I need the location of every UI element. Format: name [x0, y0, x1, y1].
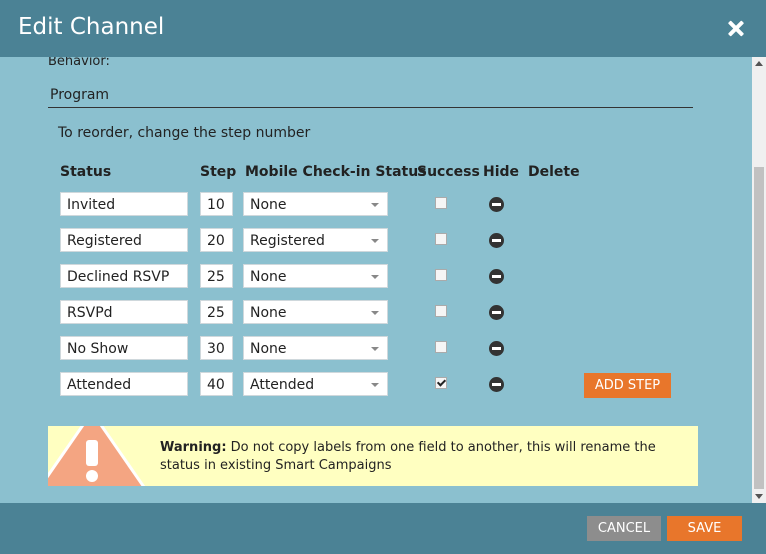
hide-minus-icon[interactable]	[489, 341, 504, 356]
step-number-input[interactable]: 30	[200, 336, 233, 360]
column-header-success: Success	[417, 164, 480, 180]
step-number-input[interactable]: 25	[200, 300, 233, 324]
reorder-hint: To reorder, change the step number	[58, 125, 311, 141]
warning-message: Do not copy labels from one field to ano…	[160, 440, 656, 473]
column-header-hide: Hide	[483, 164, 520, 180]
hide-minus-icon[interactable]	[489, 305, 504, 320]
step-number-input[interactable]: 20	[200, 228, 233, 252]
warning-text: Warning: Do not copy labels from one fie…	[160, 439, 680, 475]
mobile-checkin-value: None	[250, 341, 287, 357]
chevron-down-icon	[371, 239, 379, 243]
step-number-input[interactable]: 25	[200, 264, 233, 288]
column-header-step: Step	[200, 164, 237, 180]
status-name-input[interactable]: Declined RSVP	[60, 264, 188, 288]
mobile-checkin-select[interactable]: Registered	[243, 228, 388, 252]
dialog-title: Edit Channel	[18, 14, 165, 40]
mobile-checkin-value: None	[250, 305, 287, 321]
mobile-checkin-select[interactable]: None	[243, 300, 388, 324]
chevron-down-icon	[371, 347, 379, 351]
success-checkbox[interactable]	[435, 233, 447, 245]
success-checkbox[interactable]	[435, 341, 447, 353]
add-step-button[interactable]: ADD STEP	[584, 373, 671, 398]
column-header-mobile-checkin-status: Mobile Check-in Status	[245, 164, 427, 180]
chevron-down-icon	[371, 275, 379, 279]
chevron-down-icon	[371, 383, 379, 387]
dialog-footer: CANCEL SAVE	[0, 503, 766, 554]
status-name-input[interactable]: Attended	[60, 372, 188, 396]
success-checkbox[interactable]	[435, 197, 447, 209]
hide-minus-icon[interactable]	[489, 197, 504, 212]
warning-label: Warning:	[160, 440, 227, 455]
dialog-body: Behavior: Program To reorder, change the…	[0, 57, 752, 503]
mobile-checkin-value: Attended	[250, 377, 315, 393]
chevron-down-icon	[371, 203, 379, 207]
mobile-checkin-select[interactable]: None	[243, 264, 388, 288]
status-name-input[interactable]: Registered	[60, 228, 188, 252]
close-icon[interactable]	[724, 17, 748, 41]
hide-minus-icon[interactable]	[489, 233, 504, 248]
hide-minus-icon[interactable]	[489, 377, 504, 392]
hide-minus-icon[interactable]	[489, 269, 504, 284]
chevron-down-icon	[371, 311, 379, 315]
scrollbar-thumb[interactable]	[754, 167, 764, 489]
success-checkbox[interactable]	[435, 269, 447, 281]
mobile-checkin-value: None	[250, 269, 287, 285]
success-checkbox[interactable]	[435, 305, 447, 317]
mobile-checkin-value: None	[250, 197, 287, 213]
scroll-up-icon[interactable]	[755, 61, 763, 66]
status-name-input[interactable]: RSVPd	[60, 300, 188, 324]
warning-icon	[48, 426, 146, 486]
mobile-checkin-select[interactable]: None	[243, 192, 388, 216]
step-number-input[interactable]: 10	[200, 192, 233, 216]
warning-banner: Warning: Do not copy labels from one fie…	[48, 426, 698, 486]
save-button[interactable]: SAVE	[667, 516, 742, 541]
vertical-scrollbar[interactable]	[752, 57, 766, 503]
behavior-label: Behavior:	[48, 57, 110, 69]
cancel-button[interactable]: CANCEL	[587, 516, 661, 541]
mobile-checkin-value: Registered	[250, 233, 325, 249]
column-header-delete: Delete	[528, 164, 580, 180]
success-checkbox[interactable]	[435, 377, 447, 389]
scroll-down-icon[interactable]	[755, 494, 763, 499]
status-name-input[interactable]: Invited	[60, 192, 188, 216]
step-number-input[interactable]: 40	[200, 372, 233, 396]
dialog-header: Edit Channel	[0, 0, 766, 57]
mobile-checkin-select[interactable]: Attended	[243, 372, 388, 396]
program-value: Program	[48, 87, 693, 108]
status-name-input[interactable]: No Show	[60, 336, 188, 360]
column-header-status: Status	[60, 164, 112, 180]
mobile-checkin-select[interactable]: None	[243, 336, 388, 360]
